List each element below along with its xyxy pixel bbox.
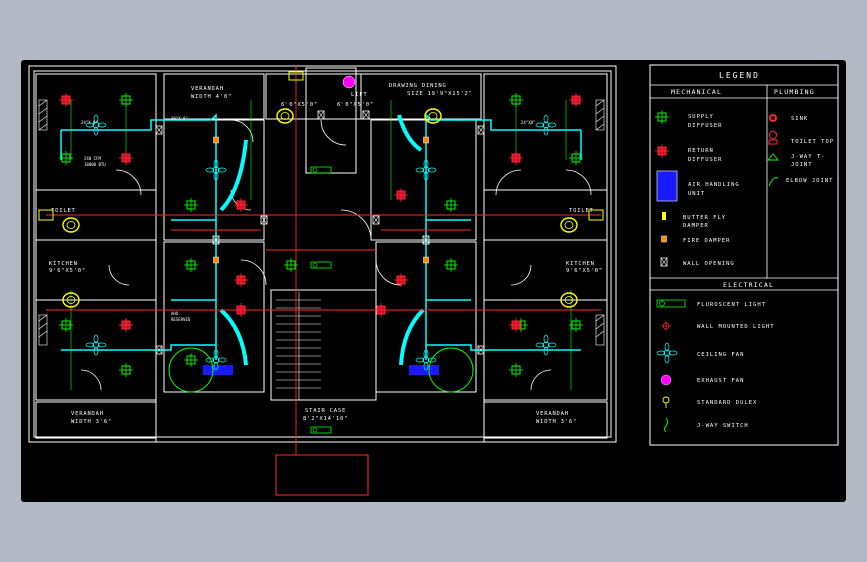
verandah-bl-size: WIDTH 3'6" (71, 419, 112, 425)
svg-text:ELBOW JOINT: ELBOW JOINT (786, 178, 833, 184)
drawing-dining-size: SIZE 19'9"X15'2" (407, 91, 473, 97)
kitchen-left-size: 9'6"X5'0" (49, 268, 86, 274)
return-lines (46, 65, 601, 455)
spec-note-b: 18000 BTU (84, 162, 106, 167)
legend-panel: LEGEND MECHANICAL PLUMBING ELECTRICAL SU… (649, 64, 839, 446)
svg-text:RETURN: RETURN (688, 148, 714, 154)
hatched-walls (38, 99, 605, 346)
lift-size: 6'0"X5'0" (281, 102, 318, 108)
svg-text:DAMPER: DAMPER (683, 223, 709, 229)
svg-text:WALL OPENING: WALL OPENING (683, 261, 735, 267)
butterfly-damper-icon (662, 212, 666, 220)
standard-duplex-icon (662, 396, 670, 408)
svg-text:AIR HANDLING: AIR HANDLING (688, 182, 740, 188)
svg-text:J-WAY SWITCH: J-WAY SWITCH (697, 423, 749, 429)
ahu-note: AHU (171, 311, 179, 316)
return-diffuser-icon (654, 143, 670, 159)
duct-annotations: 24"X 8" 24"X8" 30"X 8" 240 CFM 18000 BTU… (81, 116, 535, 322)
air-handling-units (168, 347, 474, 393)
supply-diffuser-icon (654, 109, 670, 125)
supply-ducts (60, 113, 582, 360)
toilet-top-icon (768, 130, 778, 145)
duct-label-right: 24"X8" (521, 120, 535, 125)
svg-text:WALL MOUNTED LIGHT: WALL MOUNTED LIGHT (697, 324, 775, 330)
verandah-br-label: VERANDAH (536, 411, 569, 417)
return-diffusers (58, 92, 584, 333)
svg-text:UNIT: UNIT (688, 191, 705, 197)
svg-text:CEILING FAN: CEILING FAN (697, 352, 744, 358)
external-unit-box (275, 454, 369, 496)
verandah-bl-label: VERANDAH (71, 411, 104, 417)
legend-title: LEGEND (719, 71, 760, 80)
dampers-openings (155, 110, 485, 355)
verandah-top-label: VERANDAH (191, 86, 224, 92)
drawing-dining-label: DRAWING DINING (389, 83, 447, 89)
drawing-sheet: VERANDAH WIDTH 4'0" DRAWING DINING SIZE … (21, 60, 846, 502)
lift-size-right: 6'0"X5'0" (337, 102, 374, 108)
plumbing-header: PLUMBING (774, 88, 815, 96)
svg-text:DIFFUSER: DIFFUSER (688, 123, 723, 129)
air-handling-unit-icon (656, 170, 678, 202)
ceiling-fan-icon (656, 342, 678, 364)
wall-opening-icon (660, 257, 668, 267)
svg-text:STANDARD DULEX: STANDARD DULEX (697, 400, 757, 406)
svg-text:TOILET TOP: TOILET TOP (791, 139, 834, 145)
svg-text:SUPPLY: SUPPLY (688, 114, 714, 120)
ahu-note-b: RESERVED (171, 317, 191, 322)
exhaust-fan-icon (660, 374, 672, 386)
electrical-header: ELECTRICAL (723, 281, 774, 289)
svg-text:BUTTER FLY: BUTTER FLY (683, 215, 726, 221)
svg-text:JOINT: JOINT (791, 162, 813, 168)
j-way-switch-icon (664, 417, 668, 433)
verandah-br-size: WIDTH 3'6" (536, 419, 577, 425)
lift-label: LIFT (351, 92, 367, 98)
staircase-size: 8'2"X14'10" (303, 416, 348, 422)
svg-text:FLUROSCENT LIGHT: FLUROSCENT LIGHT (697, 302, 766, 308)
elbow-joint-icon (768, 177, 779, 187)
floor-plan-drawing: VERANDAH WIDTH 4'0" DRAWING DINING SIZE … (28, 64, 839, 496)
staircase (276, 292, 321, 400)
supply-diffusers (58, 92, 584, 378)
duct-label: 24"X 8" (81, 120, 98, 125)
svg-text:J-WAY T-: J-WAY T- (791, 154, 826, 160)
toilet-right-label: TOILET (569, 208, 594, 214)
kitchen-right-size: 9'6"X5'0" (566, 268, 603, 274)
sink-icon (769, 114, 777, 122)
svg-text:FIRE DAMPER: FIRE DAMPER (683, 238, 730, 244)
svg-text:EXHAUST FAN: EXHAUST FAN (697, 378, 744, 384)
kitchen-left-label: KITCHEN (49, 261, 78, 267)
duct-label-c: 30"X 8" (171, 116, 188, 121)
staircase-label: STAIR CASE (305, 408, 346, 414)
toilet-left-label: TOILET (51, 208, 76, 214)
verandah-top-size: WIDTH 4'0" (191, 94, 232, 100)
spec-note: 240 CFM (84, 156, 101, 161)
fluorescent-light-icon (656, 299, 686, 308)
electrical-wiring (70, 100, 572, 390)
j-way-t-joint-icon (767, 153, 779, 161)
mechanical-header: MECHANICAL (671, 88, 722, 96)
fire-damper-icon (661, 235, 667, 243)
kitchen-right-label: KITCHEN (566, 261, 595, 267)
svg-text:DIFFUSER: DIFFUSER (688, 157, 723, 163)
wall-mounted-light-icon (661, 321, 671, 331)
svg-text:SINK: SINK (791, 116, 808, 122)
